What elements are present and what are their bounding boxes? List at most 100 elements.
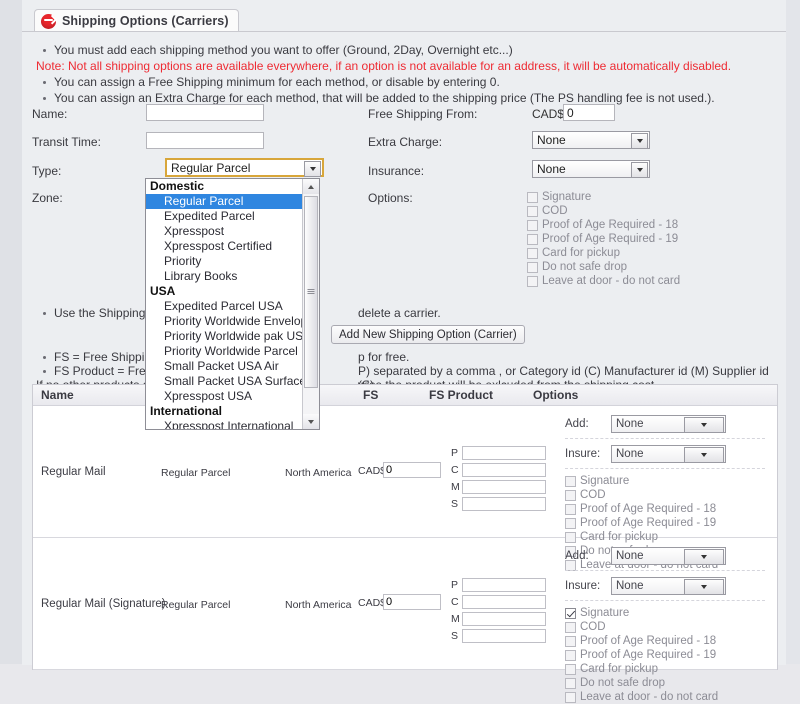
dropdown-option[interactable]: Priority Worldwide Envelope USA bbox=[146, 314, 319, 329]
option-row[interactable]: Proof of Age Required - 19 bbox=[565, 516, 765, 530]
option-row[interactable]: COD bbox=[565, 488, 765, 502]
dropdown-option[interactable]: Xpresspost International bbox=[146, 419, 304, 429]
add-select[interactable]: None bbox=[611, 415, 726, 433]
option-row[interactable]: Signature bbox=[527, 190, 680, 204]
dropdown-option[interactable]: Xpresspost USA bbox=[146, 389, 304, 404]
checkbox-signature[interactable] bbox=[565, 607, 576, 619]
chevron-down-icon[interactable] bbox=[684, 549, 724, 565]
type-select[interactable]: Regular Parcel bbox=[165, 158, 324, 177]
option-row[interactable]: Card for pickup bbox=[527, 246, 680, 260]
add-select[interactable]: None bbox=[611, 547, 726, 565]
option-row[interactable]: Proof of Age Required - 18 bbox=[565, 634, 765, 648]
option-row[interactable]: Signature bbox=[565, 606, 765, 620]
checkbox-leave-at-door-do-not-card[interactable] bbox=[527, 275, 538, 287]
chevron-down-icon[interactable] bbox=[684, 447, 724, 463]
fs-product-key: P bbox=[451, 578, 459, 591]
scroll-up-icon[interactable] bbox=[303, 179, 319, 194]
insure-select[interactable]: None bbox=[611, 445, 726, 463]
form-row-name: Name: Free Shipping From: CAD$ bbox=[22, 104, 786, 132]
option-row[interactable]: Leave at door - do not card bbox=[565, 690, 765, 704]
fs-product-input-c[interactable] bbox=[462, 462, 546, 477]
checkbox-proof-of-age-required-18[interactable] bbox=[565, 503, 576, 515]
fs-product-input-c[interactable] bbox=[462, 594, 546, 609]
checkbox-cod[interactable] bbox=[527, 205, 538, 217]
fs-product-input-p[interactable] bbox=[462, 445, 546, 460]
checkbox-card-for-pickup[interactable] bbox=[565, 663, 576, 675]
add-new-shipping-option-button[interactable]: Add New Shipping Option (Carrier) bbox=[331, 325, 525, 344]
checkbox-leave-at-door-do-not-card[interactable] bbox=[565, 691, 576, 703]
chevron-down-icon[interactable] bbox=[684, 579, 724, 595]
option-row[interactable]: Proof of Age Required - 18 bbox=[565, 502, 765, 516]
checkbox-signature[interactable] bbox=[565, 475, 576, 487]
checkbox-cod[interactable] bbox=[565, 621, 576, 633]
chevron-down-icon[interactable] bbox=[304, 161, 321, 177]
chevron-down-icon[interactable] bbox=[684, 417, 724, 433]
chevron-down-icon[interactable] bbox=[631, 133, 648, 149]
cell-fs-input[interactable] bbox=[383, 462, 441, 478]
option-label: Signature bbox=[580, 475, 630, 487]
dropdown-option[interactable]: Xpresspost bbox=[146, 224, 304, 239]
scroll-down-icon[interactable] bbox=[303, 414, 319, 429]
chevron-down-icon[interactable] bbox=[631, 162, 648, 178]
dropdown-option[interactable]: Priority Worldwide pak USA bbox=[146, 329, 311, 344]
checkbox-proof-of-age-required-18[interactable] bbox=[527, 219, 538, 231]
option-label: Do not safe drop bbox=[580, 677, 666, 689]
type-label: Type: bbox=[32, 164, 62, 178]
fs-product-input-m[interactable] bbox=[462, 479, 546, 494]
checkbox-proof-of-age-required-19[interactable] bbox=[565, 649, 576, 661]
dropdown-option[interactable]: Priority bbox=[146, 254, 304, 269]
fs-product-key: S bbox=[451, 629, 459, 642]
transit-time-input[interactable] bbox=[146, 132, 264, 149]
checkbox-proof-of-age-required-19[interactable] bbox=[527, 233, 538, 245]
option-label: Proof of Age Required - 19 bbox=[542, 233, 679, 245]
option-row[interactable]: Do not safe drop bbox=[565, 676, 765, 690]
fs-product-input-s[interactable] bbox=[462, 496, 546, 511]
dropdown-group-usa: USA bbox=[150, 284, 176, 298]
cell-name: Regular Mail bbox=[41, 466, 106, 478]
option-row[interactable]: Leave at door - do not card bbox=[527, 274, 680, 288]
dropdown-scrollbar[interactable] bbox=[302, 179, 319, 429]
scrollbar-thumb[interactable] bbox=[304, 196, 318, 388]
option-row[interactable]: Do not safe drop bbox=[527, 260, 680, 274]
option-row[interactable]: Proof of Age Required - 19 bbox=[565, 648, 765, 662]
insure-select[interactable]: None bbox=[611, 577, 726, 595]
dropdown-option[interactable]: Regular Parcel bbox=[146, 194, 304, 209]
insure-row: Insure: None bbox=[565, 576, 765, 596]
option-row[interactable]: COD bbox=[565, 620, 765, 634]
dropdown-option[interactable]: Small Packet USA Air bbox=[146, 359, 304, 374]
type-dropdown-list[interactable]: Domestic Regular Parcel Expedited Parcel Xp… bbox=[145, 178, 320, 430]
type-value: Regular Parcel bbox=[171, 160, 251, 175]
checkbox-proof-of-age-required-18[interactable] bbox=[565, 635, 576, 647]
dropdown-option[interactable]: Small Packet USA Surface bbox=[146, 374, 306, 389]
option-row[interactable]: Proof of Age Required - 19 bbox=[527, 232, 680, 246]
dropdown-option[interactable]: Expedited Parcel bbox=[146, 209, 304, 224]
free-shipping-label: Free Shipping From: bbox=[368, 107, 478, 121]
column-header-fs: FS bbox=[363, 388, 379, 402]
dropdown-option[interactable]: Expedited Parcel USA bbox=[146, 299, 304, 314]
checkbox-do-not-safe-drop[interactable] bbox=[527, 261, 538, 273]
insurance-select[interactable]: None bbox=[532, 160, 650, 178]
checkbox-do-not-safe-drop[interactable] bbox=[565, 677, 576, 689]
option-row[interactable]: Proof of Age Required - 18 bbox=[527, 218, 680, 232]
fs-product-input-p[interactable] bbox=[462, 577, 546, 592]
option-row[interactable]: Signature bbox=[565, 474, 765, 488]
tab-shipping-options[interactable]: Shipping Options (Carriers) bbox=[34, 9, 239, 32]
name-input[interactable] bbox=[146, 104, 264, 121]
checkbox-cod[interactable] bbox=[565, 489, 576, 501]
extra-charge-select[interactable]: None bbox=[532, 131, 650, 149]
free-shipping-input[interactable] bbox=[563, 104, 615, 121]
fs-product-input-s[interactable] bbox=[462, 628, 546, 643]
dropdown-option[interactable]: Xpresspost Certified bbox=[146, 239, 304, 254]
dropdown-option[interactable]: Library Books bbox=[146, 269, 304, 284]
fs-product-input-m[interactable] bbox=[462, 611, 546, 626]
cell-fs-input[interactable] bbox=[383, 594, 441, 610]
option-row[interactable]: COD bbox=[527, 204, 680, 218]
dropdown-option[interactable]: Priority Worldwide Parcel USA bbox=[146, 344, 319, 359]
checkbox-signature[interactable] bbox=[527, 191, 538, 203]
checkbox-proof-of-age-required-19[interactable] bbox=[565, 517, 576, 529]
checkbox-card-for-pickup[interactable] bbox=[527, 247, 538, 259]
option-row[interactable]: Card for pickup bbox=[565, 662, 765, 676]
option-label: COD bbox=[580, 489, 606, 501]
option-label: Leave at door - do not card bbox=[580, 691, 719, 703]
column-header-options: Options bbox=[533, 388, 579, 402]
